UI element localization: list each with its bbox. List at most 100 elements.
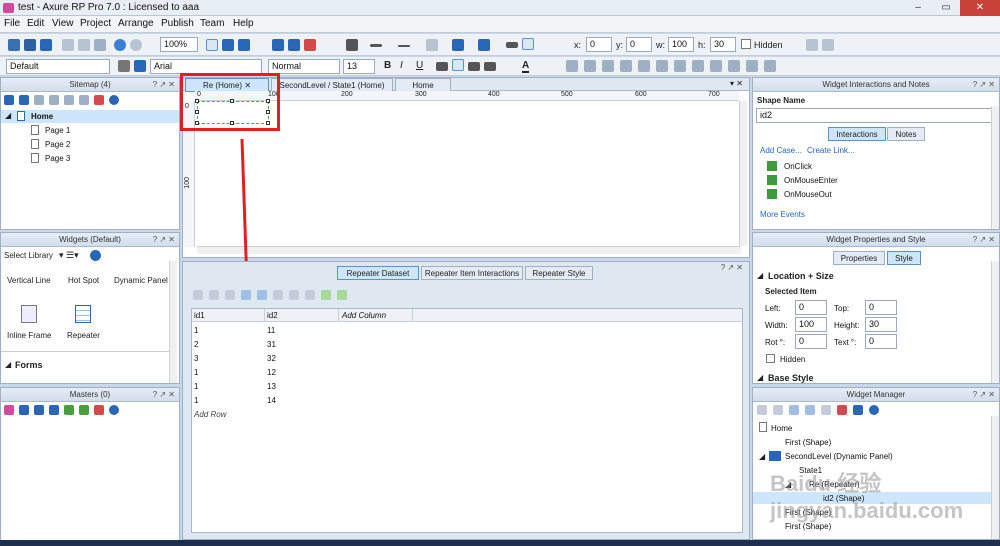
add-row-button[interactable]: Add Row: [194, 410, 226, 419]
tab-repeater-dataset[interactable]: Repeater Dataset: [337, 266, 419, 280]
expand-arrow-icon[interactable]: ◢: [759, 452, 765, 461]
event-onclick[interactable]: OnClick: [784, 162, 812, 171]
add-master-icon[interactable]: [4, 405, 14, 415]
table-row[interactable]: 31: [267, 340, 276, 349]
align-right-icon[interactable]: [468, 62, 480, 71]
publish-icon[interactable]: [304, 39, 316, 51]
collapse-arrow-icon[interactable]: ◢: [757, 271, 763, 280]
more-events-link[interactable]: More Events: [760, 210, 805, 219]
h-input[interactable]: 30: [710, 37, 736, 52]
close-button[interactable]: ✕: [960, 0, 1000, 16]
font-weight-select[interactable]: Normal: [268, 59, 340, 74]
table-row[interactable]: 12: [267, 368, 276, 377]
panel-controls[interactable]: ? ↗ ✕: [973, 233, 995, 246]
widget-vertical-line[interactable]: Vertical Line: [7, 276, 51, 285]
left-input[interactable]: 0: [795, 300, 827, 315]
move-right-icon[interactable]: [337, 290, 347, 300]
select-intersect-icon[interactable]: [206, 39, 218, 51]
tab-interactions[interactable]: Interactions: [828, 127, 886, 141]
tab-repeater-style[interactable]: Repeater Style: [525, 266, 593, 280]
delete-icon[interactable]: [94, 95, 104, 105]
canvas-h-scrollbar[interactable]: [197, 246, 741, 254]
copy-icon[interactable]: [78, 39, 90, 51]
tab-style[interactable]: Style: [887, 251, 921, 265]
column-header-id1[interactable]: id1: [194, 311, 205, 320]
align-hcenter-icon[interactable]: [584, 60, 596, 72]
move-down-icon[interactable]: [49, 95, 59, 105]
move-up-icon[interactable]: [34, 95, 44, 105]
collapse-arrow-icon[interactable]: ◢: [5, 360, 11, 369]
event-onmouseenter[interactable]: OnMouseEnter: [784, 176, 838, 185]
rotation-input[interactable]: 0: [795, 334, 827, 349]
group-icon[interactable]: [806, 39, 818, 51]
tab-properties[interactable]: Properties: [833, 251, 885, 265]
search-icon[interactable]: [109, 405, 119, 415]
select-contain-icon[interactable]: [222, 39, 234, 51]
table-row[interactable]: 1: [194, 396, 198, 405]
insert-column-icon[interactable]: [209, 290, 219, 300]
minimize-button[interactable]: –: [904, 0, 932, 16]
table-row[interactable]: 11: [267, 326, 275, 335]
menu-view[interactable]: View: [52, 18, 74, 29]
ungroup-icon[interactable]: [822, 39, 834, 51]
y-input[interactable]: 0: [626, 37, 652, 52]
indent-icon[interactable]: [64, 405, 74, 415]
panel-controls[interactable]: ? ↗ ✕: [153, 388, 175, 401]
padding-icon[interactable]: [506, 42, 518, 48]
hidden-checkbox[interactable]: [741, 39, 751, 49]
add-page-icon[interactable]: [4, 95, 14, 105]
column-header-id2[interactable]: id2: [267, 311, 278, 320]
table-row[interactable]: 1: [194, 368, 198, 377]
search-icon[interactable]: [109, 95, 119, 105]
add-column-left-icon[interactable]: [273, 290, 283, 300]
font-select[interactable]: Arial: [150, 59, 262, 74]
top-input[interactable]: 0: [865, 300, 897, 315]
save-icon[interactable]: [40, 39, 52, 51]
tab-repeater-item-interactions[interactable]: Repeater Item Interactions: [421, 266, 523, 280]
panel-controls[interactable]: ? ↗ ✕: [973, 388, 995, 401]
align-hright-icon[interactable]: [602, 60, 614, 72]
connector-icon[interactable]: [238, 39, 250, 51]
open-icon[interactable]: [24, 39, 36, 51]
add-state-icon[interactable]: [757, 405, 767, 415]
table-row[interactable]: 13: [267, 382, 276, 391]
expand-arrow-icon[interactable]: ◢: [5, 111, 11, 120]
table-row[interactable]: 2: [194, 340, 198, 349]
width-input[interactable]: 100: [795, 317, 827, 332]
canvas-v-scrollbar[interactable]: [739, 101, 747, 246]
arrow-style-icon[interactable]: [426, 39, 438, 51]
add-folder-icon[interactable]: [19, 95, 29, 105]
table-row[interactable]: 1: [194, 326, 198, 335]
event-onmouseout[interactable]: OnMouseOut: [784, 190, 832, 199]
widget-repeater[interactable]: Repeater: [67, 331, 100, 340]
share-icon[interactable]: [288, 39, 300, 51]
preview-icon[interactable]: [272, 39, 284, 51]
unlock-icon[interactable]: [764, 60, 776, 72]
align-vmiddle-icon[interactable]: [638, 60, 650, 72]
delete-column-icon[interactable]: [305, 290, 315, 300]
height-input[interactable]: 30: [865, 317, 897, 332]
indent-icon[interactable]: [64, 95, 74, 105]
menu-help[interactable]: Help: [233, 18, 254, 29]
new-icon[interactable]: [8, 39, 20, 51]
line-style-icon[interactable]: [398, 45, 410, 47]
style-select[interactable]: Default: [6, 59, 110, 74]
sitemap-item-page1[interactable]: Page 1: [45, 126, 70, 135]
move-down-icon[interactable]: [805, 405, 815, 415]
dropdown-arrow-icon[interactable]: ▾ ☰▾: [59, 250, 79, 261]
panel-controls[interactable]: ? ↗ ✕: [153, 78, 175, 91]
sitemap-item-page2[interactable]: Page 2: [45, 140, 70, 149]
table-row[interactable]: 14: [267, 396, 276, 405]
widget-dynamic-panel[interactable]: Dynamic Panel: [114, 276, 168, 285]
move-up-icon[interactable]: [789, 405, 799, 415]
move-up-icon[interactable]: [34, 405, 44, 415]
add-column-button[interactable]: Add Column: [342, 311, 386, 320]
x-input[interactable]: 0: [586, 37, 612, 52]
lock-icon[interactable]: [746, 60, 758, 72]
panel-controls[interactable]: ? ↗ ✕: [973, 78, 995, 91]
menu-team[interactable]: Team: [200, 18, 224, 29]
shape-name-input[interactable]: id2: [756, 108, 998, 123]
redo-icon[interactable]: [130, 39, 142, 51]
distribute-h-icon[interactable]: [674, 60, 686, 72]
font-size-select[interactable]: 13: [343, 59, 375, 74]
